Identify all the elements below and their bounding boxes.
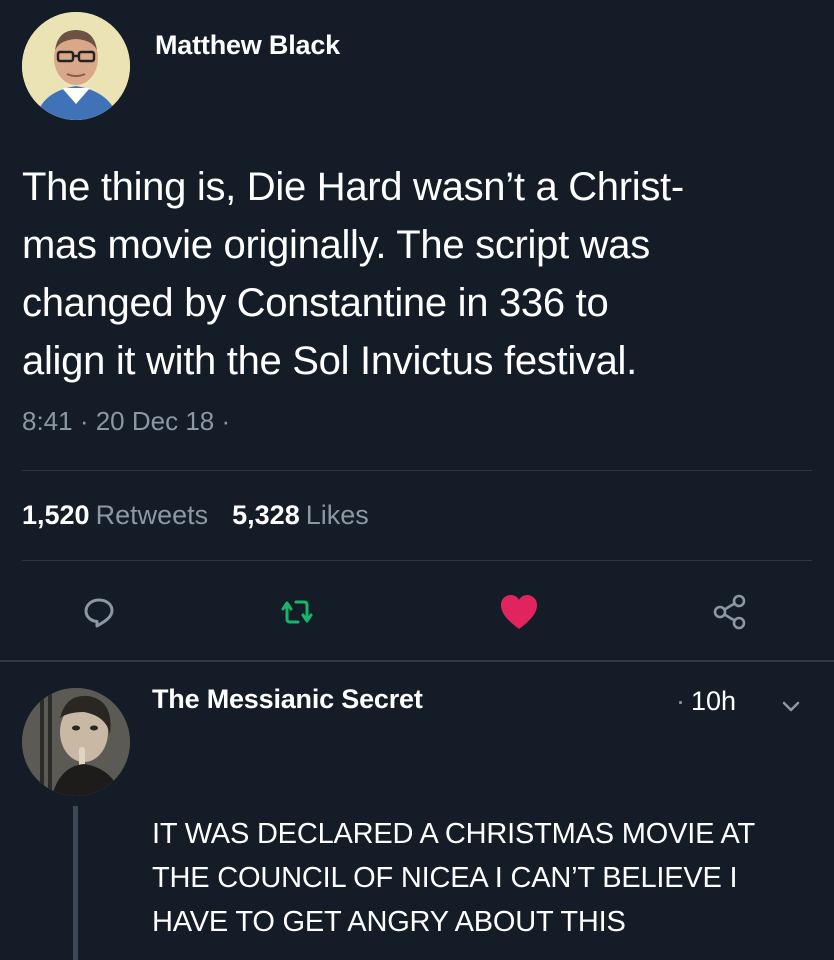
retweet-button[interactable] [275,590,319,634]
reply-text-line: HAVE TO GET ANGRY ABOUT THIS [152,906,626,938]
avatar-image [22,688,130,796]
divider [22,560,812,561]
likes-stat[interactable]: 5,328 Likes [232,500,369,530]
retweets-count: 1,520 [22,500,90,530]
share-icon [713,594,746,630]
tweet-text-line: align it with the Sol Invictus festival. [22,339,637,383]
meta-separator: · [72,406,96,436]
share-button[interactable] [708,590,752,634]
likes-label: Likes [305,500,369,530]
retweets-stat[interactable]: 1,520 Retweets [22,500,208,530]
tweet-time: 8:41 [22,406,73,436]
tweet-stats: 1,520 Retweets 5,328 Likes [22,500,369,531]
section-divider [0,660,834,662]
more-options-button[interactable] [779,694,803,718]
tweet-text: The thing is, Die Hard wasn’t a Christ- … [22,158,812,390]
author-name[interactable]: Matthew Black [155,30,340,61]
divider [22,470,812,471]
reply-text-line: IT WAS DECLARED A CHRISTMAS MOVIE AT [152,818,755,850]
tweet-text-line: mas movie originally. The script was [22,223,650,267]
reply-text: IT WAS DECLARED A CHRISTMAS MOVIE AT THE… [152,812,812,944]
tweet-thread: Matthew Black The thing is, Die Hard was… [0,0,834,960]
reply-avatar[interactable] [22,688,130,796]
tweet-timestamp[interactable]: 8:41 · 20 Dec 18 · [22,406,230,437]
tweet-header [22,12,130,120]
avatar-image [22,12,130,120]
retweets-label: Retweets [95,500,209,530]
heart-icon [501,595,537,629]
reply-text-line: THE COUNCIL OF NICEA I CAN’T BELIEVE I [152,862,738,894]
thread-line [73,806,78,960]
reply-button[interactable] [77,590,121,634]
reply-author-name[interactable]: The Messianic Secret [152,684,423,715]
reply-timestamp[interactable]: · 10h [676,686,736,717]
tweet-text-line: changed by Constantine in 336 to [22,281,609,325]
reply-time: 10h [691,686,737,716]
meta-separator: · [214,406,231,436]
likes-count: 5,328 [232,500,300,530]
retweet-icon [281,600,313,624]
avatar[interactable] [22,12,130,120]
chevron-down-icon [782,701,800,712]
like-button[interactable] [497,590,541,634]
tweet-text-line: The thing is, Die Hard wasn’t a Christ- [22,165,684,209]
tweet-date: 20 Dec 18 [95,406,215,436]
reply-icon [84,598,114,628]
time-separator: · [676,686,685,716]
